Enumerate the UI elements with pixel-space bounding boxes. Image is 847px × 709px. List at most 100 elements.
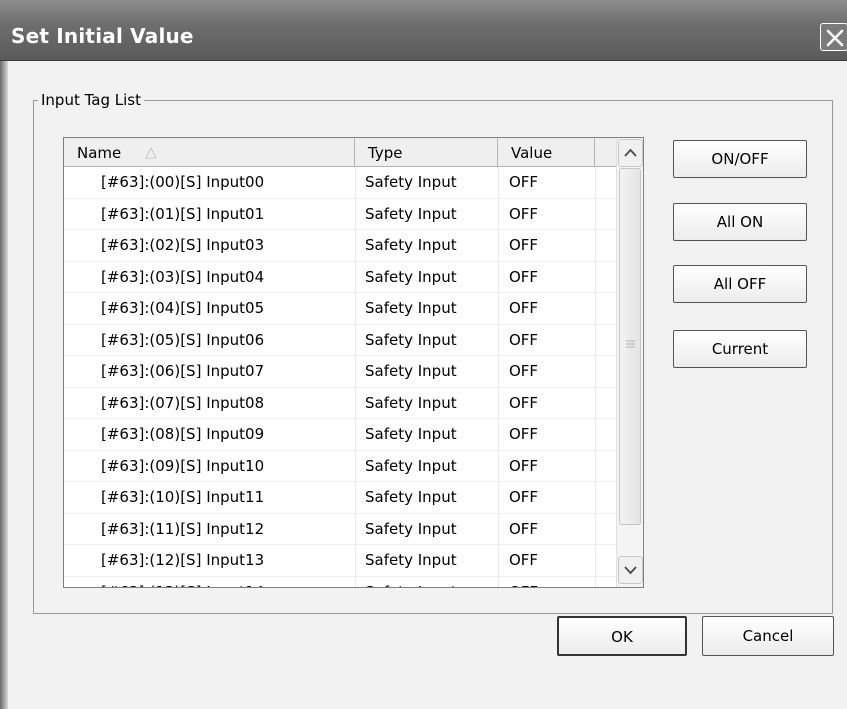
- tag-type-cell: Safety Input: [365, 456, 457, 475]
- table-row[interactable]: [#63]:(01)[S] Input01 Safety Input OFF: [64, 198, 616, 230]
- column-divider: [595, 419, 596, 450]
- column-header-type[interactable]: Type: [355, 138, 498, 166]
- scroll-up-button[interactable]: [618, 139, 643, 167]
- column-divider: [355, 576, 356, 587]
- tag-value-cell: OFF: [509, 236, 539, 254]
- column-divider: [355, 293, 356, 324]
- tag-type-cell: Safety Input: [365, 330, 457, 349]
- table-row[interactable]: [#63]:(09)[S] Input10 Safety Input OFF: [64, 450, 616, 482]
- tag-type-cell: Safety Input: [365, 362, 457, 380]
- column-divider: [595, 356, 596, 387]
- column-divider: [355, 198, 356, 229]
- column-divider: [355, 324, 356, 355]
- table-row[interactable]: [#63]:(02)[S] Input03 Safety Input OFF: [64, 230, 616, 262]
- current-button[interactable]: Current: [673, 330, 807, 368]
- column-divider: [595, 198, 596, 229]
- tag-name-cell: [#63]:(06)[S] Input07: [101, 362, 265, 380]
- scroll-down-button[interactable]: [618, 556, 643, 584]
- table-row[interactable]: [#63]:(05)[S] Input06 Safety Input OFF: [64, 324, 616, 356]
- column-divider: [498, 482, 499, 513]
- table-row[interactable]: [#63]:(00)[S] Input00 Safety Input OFF: [64, 167, 616, 199]
- cancel-button[interactable]: Cancel: [702, 616, 834, 656]
- column-divider: [498, 450, 499, 481]
- tag-value-cell: OFF: [509, 362, 539, 380]
- all-off-button[interactable]: All OFF: [673, 265, 807, 303]
- tag-name-cell: [#63]:(09)[S] Input10: [101, 456, 265, 475]
- tag-name-cell: [#63]:(05)[S] Input06: [101, 330, 265, 349]
- sort-ascending-icon: [145, 146, 157, 159]
- input-tag-list[interactable]: Name Type Value [#63]:(00)[S] Input00 Saf…: [63, 137, 644, 588]
- tag-type-cell: Safety Input: [365, 577, 457, 588]
- tag-name-cell: [#63]:(04)[S] Input05: [101, 299, 265, 317]
- column-divider: [355, 482, 356, 513]
- tag-value-cell: OFF: [509, 173, 539, 191]
- column-divider: [595, 576, 596, 587]
- column-divider: [595, 482, 596, 513]
- tag-value-cell: OFF: [509, 551, 539, 569]
- close-button[interactable]: [820, 23, 847, 51]
- column-divider: [498, 545, 499, 576]
- tag-value-cell: OFF: [509, 425, 539, 443]
- list-rows: [#63]:(00)[S] Input00 Safety Input OFF [#63…: [64, 167, 616, 588]
- column-divider: [355, 356, 356, 387]
- column-divider: [595, 450, 596, 481]
- column-divider: [355, 167, 356, 198]
- table-row[interactable]: [#63]:(06)[S] Input07 Safety Input OFF: [64, 356, 616, 388]
- all-on-button[interactable]: All ON: [673, 203, 807, 241]
- tag-type-cell: Safety Input: [365, 551, 457, 569]
- title-bar[interactable]: Set Initial Value: [0, 0, 847, 61]
- column-divider: [498, 576, 499, 587]
- tag-name-cell: [#63]:(07)[S] Input08: [101, 393, 265, 412]
- tag-type-cell: Safety Input: [365, 488, 457, 506]
- window-edge: [0, 61, 8, 709]
- column-divider: [355, 261, 356, 292]
- table-row[interactable]: [#63]:(11)[S] Input12 Safety Input OFF: [64, 513, 616, 545]
- tag-type-cell: Safety Input: [365, 299, 457, 317]
- column-divider: [498, 513, 499, 544]
- tag-type-cell: Safety Input: [365, 204, 457, 223]
- tag-value-cell: OFF: [509, 204, 539, 223]
- column-divider: [498, 293, 499, 324]
- group-label: Input Tag List: [38, 91, 144, 109]
- set-initial-value-dialog: Set Initial Value Input Tag List Name Ty…: [0, 0, 847, 709]
- tag-type-cell: Safety Input: [365, 173, 457, 191]
- scrollbar-thumb[interactable]: [619, 168, 641, 525]
- tag-value-cell: OFF: [509, 577, 538, 588]
- table-row[interactable]: [#63]:(13)[S] Input14 Safety Input OFF: [64, 576, 616, 588]
- table-row[interactable]: [#63]:(10)[S] Input11 Safety Input OFF: [64, 482, 616, 514]
- ok-button[interactable]: OK: [557, 616, 687, 656]
- list-header: Name Type Value: [64, 138, 616, 167]
- tag-name-cell: [#63]:(11)[S] Input12: [101, 519, 265, 538]
- table-row[interactable]: [#63]:(03)[S] Input04 Safety Input OFF: [64, 261, 616, 293]
- column-header-name[interactable]: Name: [64, 138, 355, 166]
- column-divider: [595, 230, 596, 261]
- on-off-button[interactable]: ON/OFF: [673, 140, 807, 178]
- table-row[interactable]: [#63]:(12)[S] Input13 Safety Input OFF: [64, 545, 616, 577]
- column-divider: [595, 387, 596, 418]
- column-divider: [355, 513, 356, 544]
- vertical-scrollbar[interactable]: [616, 138, 643, 587]
- tag-value-cell: OFF: [509, 330, 539, 349]
- dialog-title: Set Initial Value: [11, 24, 194, 48]
- tag-type-cell: Safety Input: [365, 425, 457, 443]
- table-row[interactable]: [#63]:(04)[S] Input05 Safety Input OFF: [64, 293, 616, 325]
- column-header-value-label: Value: [511, 144, 553, 162]
- column-divider: [498, 230, 499, 261]
- column-header-value[interactable]: Value: [498, 138, 595, 166]
- tag-name-cell: [#63]:(00)[S] Input00: [101, 173, 265, 191]
- column-divider: [355, 419, 356, 450]
- tag-name-cell: [#63]:(02)[S] Input03: [101, 236, 265, 254]
- grip-icon: [626, 340, 635, 348]
- table-row[interactable]: [#63]:(07)[S] Input08 Safety Input OFF: [64, 387, 616, 419]
- tag-name-cell: [#63]:(12)[S] Input13: [101, 551, 265, 569]
- column-header-name-label: Name: [77, 144, 122, 162]
- column-divider: [595, 293, 596, 324]
- column-divider: [595, 545, 596, 576]
- close-x-icon: [826, 29, 844, 47]
- column-header-type-label: Type: [368, 144, 403, 162]
- column-divider: [595, 324, 596, 355]
- tag-type-cell: Safety Input: [365, 393, 457, 412]
- tag-value-cell: OFF: [509, 456, 539, 475]
- table-row[interactable]: [#63]:(08)[S] Input09 Safety Input OFF: [64, 419, 616, 451]
- tag-value-cell: OFF: [509, 267, 539, 286]
